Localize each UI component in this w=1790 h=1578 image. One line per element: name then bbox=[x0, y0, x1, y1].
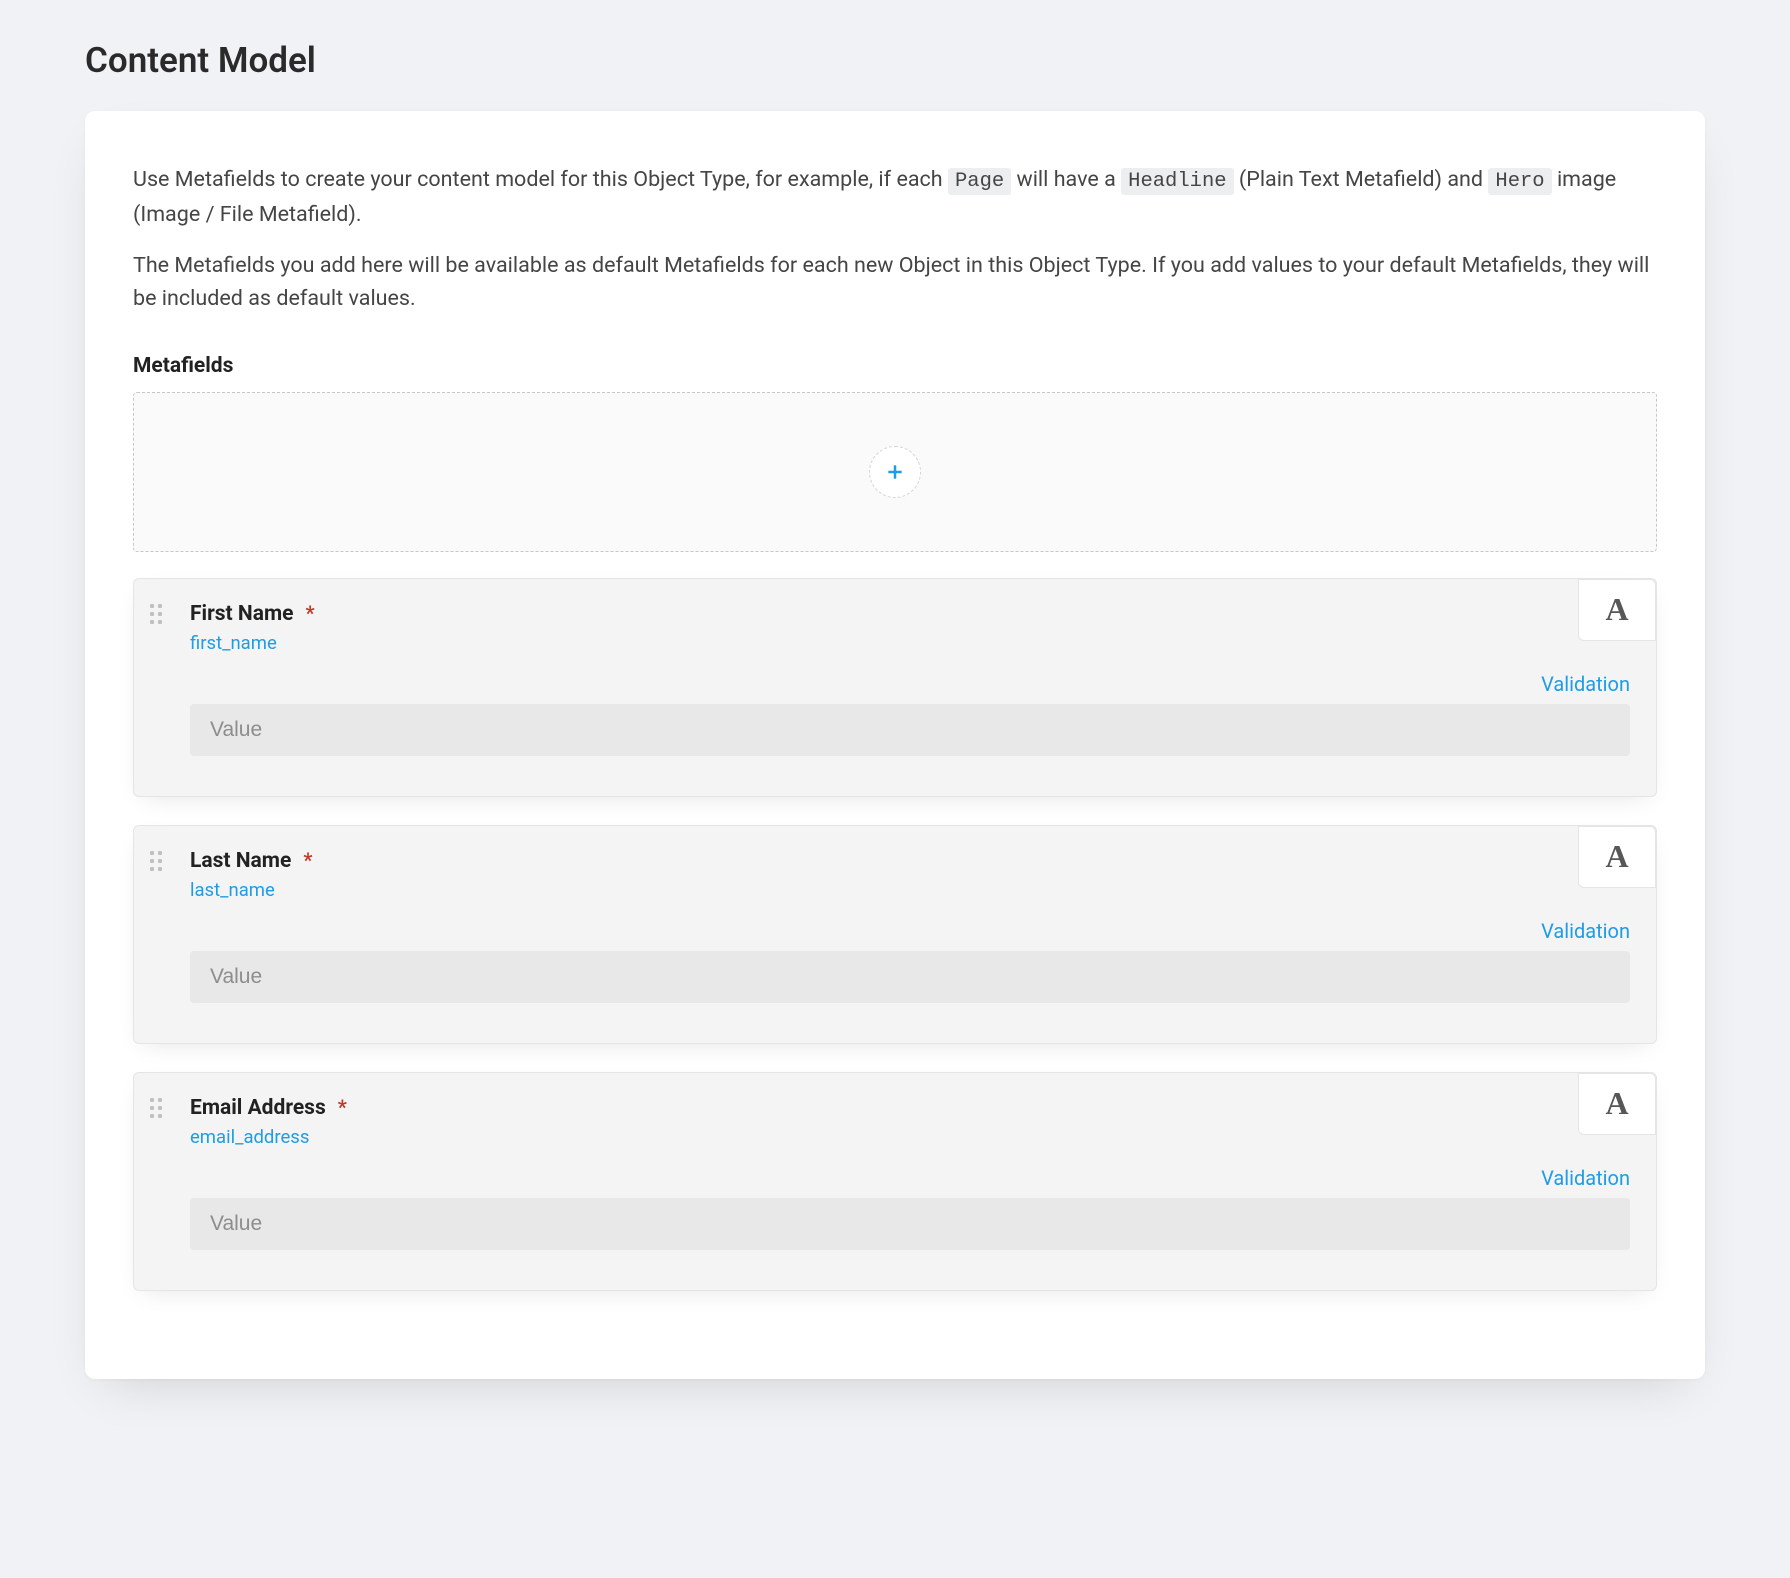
validation-link[interactable]: Validation bbox=[1541, 1166, 1630, 1190]
metafield-card: A Email Address * email_address Validati… bbox=[133, 1072, 1657, 1291]
metafield-card: A Last Name * last_name Validation bbox=[133, 825, 1657, 1044]
field-label: Last Name bbox=[190, 849, 291, 873]
field-key-link[interactable]: email_address bbox=[190, 1126, 309, 1148]
required-star-icon: * bbox=[338, 1095, 347, 1119]
page-title: Content Model bbox=[85, 40, 1705, 81]
field-type-badge[interactable]: A bbox=[1578, 579, 1656, 641]
field-label: First Name bbox=[190, 602, 293, 626]
field-type-badge[interactable]: A bbox=[1578, 826, 1656, 888]
code-page: Page bbox=[948, 168, 1011, 195]
drag-handle-icon[interactable] bbox=[150, 1097, 164, 1119]
value-input[interactable] bbox=[190, 704, 1630, 756]
field-key-link[interactable]: first_name bbox=[190, 632, 277, 654]
field-label: Email Address bbox=[190, 1096, 326, 1120]
drag-handle-icon[interactable] bbox=[150, 850, 164, 872]
metafields-section-label: Metafields bbox=[133, 354, 1657, 378]
plus-icon bbox=[885, 462, 905, 482]
intro-text: (Plain Text Metafield) and bbox=[1234, 167, 1489, 192]
value-input[interactable] bbox=[190, 1198, 1630, 1250]
field-header: Email Address * bbox=[190, 1095, 1630, 1120]
field-type-badge[interactable]: A bbox=[1578, 1073, 1656, 1135]
intro-text: Use Metafields to create your content mo… bbox=[133, 167, 948, 192]
content-model-card: Use Metafields to create your content mo… bbox=[85, 111, 1705, 1379]
required-star-icon: * bbox=[305, 601, 314, 625]
intro-paragraph-1: Use Metafields to create your content mo… bbox=[133, 163, 1657, 231]
intro-text-block: Use Metafields to create your content mo… bbox=[133, 163, 1657, 316]
field-header: First Name * bbox=[190, 601, 1630, 626]
add-metafield-drop-zone[interactable] bbox=[133, 392, 1657, 552]
value-input[interactable] bbox=[190, 951, 1630, 1003]
intro-text: will have a bbox=[1011, 167, 1121, 192]
code-headline: Headline bbox=[1121, 168, 1233, 195]
validation-link[interactable]: Validation bbox=[1541, 919, 1630, 943]
field-key-link[interactable]: last_name bbox=[190, 879, 275, 901]
type-glyph-icon: A bbox=[1605, 838, 1628, 875]
type-glyph-icon: A bbox=[1605, 591, 1628, 628]
drag-handle-icon[interactable] bbox=[150, 603, 164, 625]
intro-paragraph-2: The Metafields you add here will be avai… bbox=[133, 249, 1657, 316]
code-hero: Hero bbox=[1488, 168, 1551, 195]
validation-link[interactable]: Validation bbox=[1541, 672, 1630, 696]
type-glyph-icon: A bbox=[1605, 1085, 1628, 1122]
metafield-card: A First Name * first_name Validation bbox=[133, 578, 1657, 797]
field-header: Last Name * bbox=[190, 848, 1630, 873]
add-metafield-button[interactable] bbox=[869, 446, 921, 498]
required-star-icon: * bbox=[303, 848, 312, 872]
